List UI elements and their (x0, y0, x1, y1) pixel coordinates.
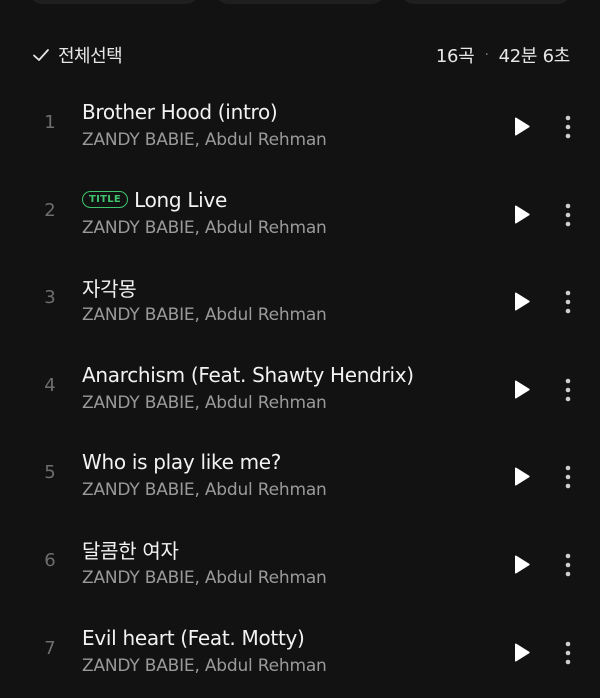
track-number: 2 (44, 199, 56, 221)
more-vertical-icon (565, 641, 571, 664)
select-all-button[interactable]: 전체선택 (32, 38, 123, 72)
more-options-button[interactable] (556, 462, 580, 492)
track-title: Evil heart (Feat. Motty) (82, 625, 305, 650)
track-artist: ZANDY BABIE, Abdul Rehman (82, 305, 327, 326)
track-row[interactable]: 5 Who is play like me? ZANDY BABIE, Abdul … (0, 432, 600, 520)
track-summary: 16곡 · 42분 6초 (436, 38, 570, 72)
track-row[interactable]: 4 Anarchism (Feat. Shawty Hendrix) ZANDY B… (0, 345, 600, 433)
more-vertical-icon (565, 115, 571, 139)
track-title-row: Who is play like me? (82, 448, 492, 476)
track-number: 3 (44, 287, 56, 309)
track-info: Anarchism (Feat. Shawty Hendrix) ZANDY BA… (82, 361, 492, 413)
track-title: Anarchism (Feat. Shawty Hendrix) (82, 362, 414, 387)
track-title: Who is play like me? (82, 450, 282, 475)
track-artist: ZANDY BABIE, Abdul Rehman (82, 392, 327, 413)
play-button[interactable] (508, 289, 534, 315)
select-all-label: 전체선택 (58, 46, 123, 67)
more-vertical-icon (565, 553, 571, 577)
track-number: 1 (44, 112, 56, 133)
track-list: 1 Brother Hood (intro) ZANDY BABIE, Abdul … (0, 82, 600, 695)
track-title-row: Evil heart (Feat. Motty) (82, 624, 492, 652)
track-artist: ZANDY BABIE, Abdul Rehman (82, 480, 327, 501)
track-number: 6 (44, 549, 56, 571)
more-options-button[interactable] (556, 200, 580, 230)
play-button[interactable] (508, 640, 534, 666)
play-button[interactable] (508, 552, 534, 578)
track-artist: ZANDY BABIE, Abdul Rehman (82, 655, 327, 676)
top-action-button-3[interactable] (402, 0, 570, 4)
more-options-button[interactable] (556, 638, 580, 668)
track-info: 자각몽 ZANDY BABIE, Abdul Rehman (82, 273, 492, 326)
track-title-row: 자각몽 (82, 273, 492, 301)
separator-dot: · (484, 47, 489, 63)
more-options-button[interactable] (556, 550, 580, 580)
play-button[interactable] (508, 377, 534, 403)
play-icon (515, 117, 530, 136)
play-icon (515, 292, 530, 311)
play-button[interactable] (508, 464, 534, 490)
track-info: 달콤한 여자 ZANDY BABIE, Abdul Rehman (82, 536, 492, 588)
track-count: 16곡 (435, 46, 475, 67)
play-icon (515, 380, 530, 399)
more-options-button[interactable] (556, 112, 580, 142)
track-row[interactable]: 7 Evil heart (Feat. Motty) ZANDY BABIE, Ab… (0, 608, 600, 696)
track-row[interactable]: 3 자각몽 ZANDY BABIE, Abdul Rehman (0, 257, 600, 345)
play-icon (515, 643, 530, 662)
more-options-button[interactable] (556, 375, 580, 405)
track-info: Who is play like me? ZANDY BABIE, Abdul R… (82, 448, 492, 500)
track-artist: ZANDY BABIE, Abdul Rehman (82, 130, 327, 150)
more-vertical-icon (565, 378, 571, 402)
top-action-button-1[interactable] (30, 0, 198, 4)
title-track-badge: TITLE (82, 191, 129, 209)
track-info: Evil heart (Feat. Motty) ZANDY BABIE, Abd… (82, 624, 492, 676)
track-row[interactable]: 2 TITLE Long Live ZANDY BABIE, Abdul Rehman (0, 170, 600, 258)
track-number: 5 (44, 462, 56, 484)
track-info: TITLE Long Live ZANDY BABIE, Abdul Rehman (82, 186, 492, 238)
track-list-header: 전체선택 16곡 · 42분 6초 (0, 38, 600, 72)
top-action-button-2[interactable] (216, 0, 384, 4)
track-title-row: Brother Hood (intro) (82, 98, 492, 126)
play-button[interactable] (508, 114, 534, 140)
track-title-row: Anarchism (Feat. Shawty Hendrix) (82, 361, 492, 389)
more-vertical-icon (565, 466, 571, 489)
track-artist: ZANDY BABIE, Abdul Rehman (82, 567, 327, 588)
play-icon (515, 467, 530, 486)
play-button[interactable] (508, 202, 534, 228)
track-row[interactable]: 1 Brother Hood (intro) ZANDY BABIE, Abdul … (0, 82, 600, 170)
track-artist: ZANDY BABIE, Abdul Rehman (82, 217, 327, 238)
top-button-row (0, 0, 600, 4)
track-title: 달콤한 여자 (82, 539, 179, 564)
track-title-row: 달콤한 여자 (82, 536, 492, 564)
play-icon (515, 205, 530, 224)
total-duration: 42분 6초 (498, 46, 571, 67)
check-icon (32, 46, 50, 64)
track-title: Brother Hood (intro) (82, 100, 278, 124)
more-options-button[interactable] (556, 287, 580, 317)
play-icon (515, 555, 530, 574)
track-title: 자각몽 (82, 276, 137, 301)
track-number: 4 (44, 374, 56, 396)
track-info: Brother Hood (intro) ZANDY BABIE, Abdul R… (82, 98, 492, 150)
track-number: 7 (44, 637, 56, 659)
more-vertical-icon (565, 203, 571, 226)
track-title-row: TITLE Long Live (82, 186, 492, 214)
more-vertical-icon (565, 290, 571, 314)
track-row[interactable]: 6 달콤한 여자 ZANDY BABIE, Abdul Rehman (0, 520, 600, 608)
track-title: Long Live (134, 187, 227, 212)
